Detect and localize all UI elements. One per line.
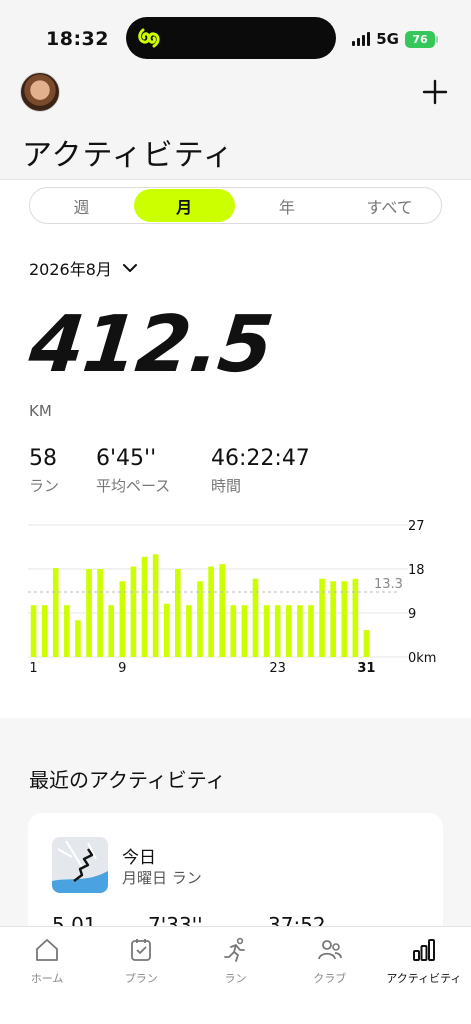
battery-icon: 76 bbox=[405, 30, 438, 48]
chevron-down-icon bbox=[122, 264, 137, 272]
plan-icon bbox=[131, 939, 152, 961]
chart-bar bbox=[141, 556, 148, 657]
y-tick-label: 27 bbox=[408, 519, 425, 534]
battery-level: 76 bbox=[412, 32, 428, 46]
segment-month[interactable]: 月 bbox=[133, 189, 235, 222]
tab-activity[interactable]: アクティビティ bbox=[377, 927, 471, 1024]
monthly-distance-chart: 0km 9 18 27 13.3 1 9 23 31 bbox=[28, 519, 436, 676]
chart-bar bbox=[252, 578, 259, 657]
chart-bar bbox=[208, 566, 214, 657]
chart-bar bbox=[285, 605, 292, 657]
status-bar: 18:32 5G 76 bbox=[0, 0, 471, 72]
run-icon bbox=[223, 937, 245, 962]
x-tick-label: 9 bbox=[118, 661, 126, 676]
segment-week[interactable]: 週 bbox=[31, 189, 132, 222]
chart-bar bbox=[175, 569, 181, 657]
home-icon bbox=[36, 939, 58, 961]
club-icon bbox=[317, 940, 342, 960]
y-tick-label: 9 bbox=[408, 607, 416, 622]
chart-bar bbox=[241, 605, 248, 657]
chart-bar bbox=[330, 581, 336, 657]
chart-bar bbox=[341, 581, 348, 657]
add-icon[interactable] bbox=[421, 78, 449, 106]
chart-bar bbox=[64, 605, 70, 657]
chart-bar bbox=[52, 568, 59, 657]
page-header: アクティビティ bbox=[0, 72, 471, 180]
pace-value: 6'45'' bbox=[96, 446, 157, 471]
total-distance: 412.5 bbox=[25, 300, 277, 390]
tab-club[interactable]: クラブ bbox=[283, 927, 377, 1024]
chart-bar bbox=[108, 605, 115, 657]
time-label: 時間 bbox=[211, 477, 242, 495]
x-tick-label: 31 bbox=[357, 661, 375, 676]
dynamic-island bbox=[126, 17, 336, 59]
chart-bar bbox=[119, 581, 126, 657]
stat-time: 46:22:47 時間 bbox=[211, 446, 310, 496]
runs-value: 58 bbox=[29, 446, 57, 471]
tab-label: クラブ bbox=[313, 972, 347, 985]
page-title: アクティビティ bbox=[22, 138, 234, 173]
route-map-icon bbox=[52, 837, 108, 893]
chart-bar bbox=[363, 630, 370, 657]
stat-runs: 58 ラン bbox=[29, 446, 59, 496]
period-selector[interactable]: 2026年8月 bbox=[29, 256, 138, 280]
y-tick-label: 0km bbox=[408, 651, 436, 666]
chart-bar bbox=[197, 581, 203, 657]
chart-bar bbox=[41, 605, 48, 657]
x-tick-label: 23 bbox=[269, 661, 286, 676]
chart-bar bbox=[263, 605, 270, 657]
stat-pace: 6'45'' 平均ペース bbox=[96, 446, 170, 496]
activity-subtitle: 月曜日 ラン bbox=[122, 869, 202, 887]
chart-bar bbox=[97, 569, 103, 657]
tab-bar: ホーム プラン ラン クラブ アクティビティ bbox=[0, 926, 471, 1024]
avatar[interactable] bbox=[20, 72, 60, 112]
period-label: 2026年8月 bbox=[29, 260, 112, 279]
chart-bar bbox=[130, 566, 137, 657]
route-map-thumbnail bbox=[52, 837, 108, 893]
tab-label: ホーム bbox=[30, 972, 64, 985]
tab-label: プラン bbox=[124, 972, 158, 985]
status-indicators: 5G 76 bbox=[352, 30, 438, 48]
chart-bar bbox=[352, 578, 359, 657]
chart-bar bbox=[319, 578, 325, 657]
network-label: 5G bbox=[376, 30, 399, 48]
time-value: 46:22:47 bbox=[211, 446, 310, 471]
segment-all[interactable]: すべて bbox=[339, 189, 440, 222]
chart-bar bbox=[30, 605, 37, 657]
chart-bar bbox=[86, 569, 92, 657]
chart-bar bbox=[163, 603, 170, 657]
runs-label: ラン bbox=[29, 477, 60, 495]
signal-icon bbox=[352, 32, 371, 46]
tab-plan[interactable]: プラン bbox=[94, 927, 188, 1024]
tab-home[interactable]: ホーム bbox=[0, 927, 94, 1024]
average-label: 13.3 bbox=[374, 577, 403, 592]
activity-day: 今日 bbox=[122, 848, 156, 868]
chart-bar bbox=[308, 605, 314, 657]
x-tick-label: 1 bbox=[29, 661, 37, 676]
chart-bar bbox=[274, 605, 281, 657]
period-segmented-control: 週 月 年 すべて bbox=[29, 187, 442, 224]
segment-year[interactable]: 年 bbox=[237, 189, 338, 222]
distance-unit: KM bbox=[29, 402, 52, 420]
chart-bar bbox=[297, 605, 303, 657]
tab-label: ラン bbox=[224, 972, 247, 985]
status-time: 18:32 bbox=[46, 28, 109, 50]
running-app-logo-icon bbox=[138, 28, 160, 48]
chart-bar bbox=[152, 554, 159, 657]
chart-bar bbox=[75, 620, 81, 657]
chart-bar bbox=[219, 564, 225, 657]
y-tick-label: 18 bbox=[408, 563, 425, 578]
activity-icon bbox=[412, 939, 435, 961]
chart-bar bbox=[230, 605, 237, 657]
pace-label: 平均ペース bbox=[96, 477, 171, 495]
recent-title: 最近のアクティビティ bbox=[29, 768, 226, 792]
chart-bar bbox=[186, 605, 192, 657]
tab-run[interactable]: ラン bbox=[188, 927, 282, 1024]
tab-label: アクティビティ bbox=[386, 972, 462, 985]
